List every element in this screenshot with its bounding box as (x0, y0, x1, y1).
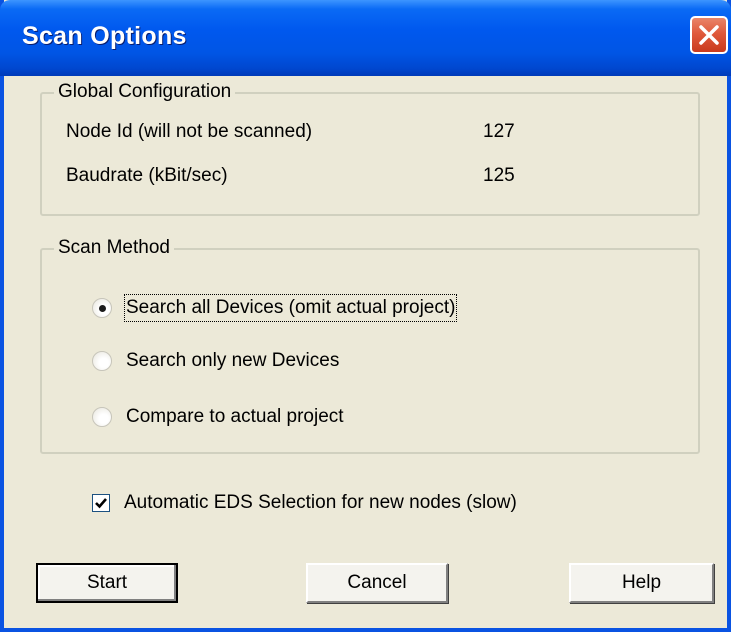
radio-search-new-devices[interactable] (92, 351, 112, 371)
node-id-label: Node Id (will not be scanned) (66, 121, 313, 142)
close-button[interactable] (690, 16, 728, 54)
radio-search-all-devices[interactable] (92, 298, 112, 318)
baudrate-value: 125 (483, 165, 515, 186)
window-title: Scan Options (22, 22, 187, 50)
help-button[interactable]: Help (569, 563, 714, 603)
global-configuration-group: Global Configuration Node Id (will not b… (40, 79, 700, 216)
radio-search-all-devices-label[interactable]: Search all Devices (omit actual project) (123, 294, 458, 322)
auto-eds-label[interactable]: Automatic EDS Selection for new nodes (s… (124, 491, 517, 515)
global-configuration-legend: Global Configuration (54, 79, 236, 105)
close-icon (699, 25, 719, 45)
checkmark-icon (95, 498, 107, 509)
scan-method-group: Scan Method Search all Devices (omit act… (40, 235, 700, 454)
auto-eds-checkbox[interactable] (92, 494, 110, 512)
node-id-value: 127 (483, 121, 515, 142)
radio-search-new-devices-label[interactable]: Search only new Devices (126, 349, 339, 373)
radio-compare-project[interactable] (92, 407, 112, 427)
scan-method-legend: Scan Method (54, 235, 174, 261)
title-bar[interactable]: Scan Options (0, 0, 731, 76)
start-button[interactable]: Start (36, 563, 178, 603)
radio-selected-dot (99, 305, 106, 312)
cancel-button[interactable]: Cancel (306, 563, 448, 603)
scan-options-dialog: Scan Options Global Configuration Node I… (0, 0, 731, 632)
radio-compare-project-label[interactable]: Compare to actual project (126, 405, 344, 429)
baudrate-label: Baudrate (kBit/sec) (66, 165, 228, 186)
